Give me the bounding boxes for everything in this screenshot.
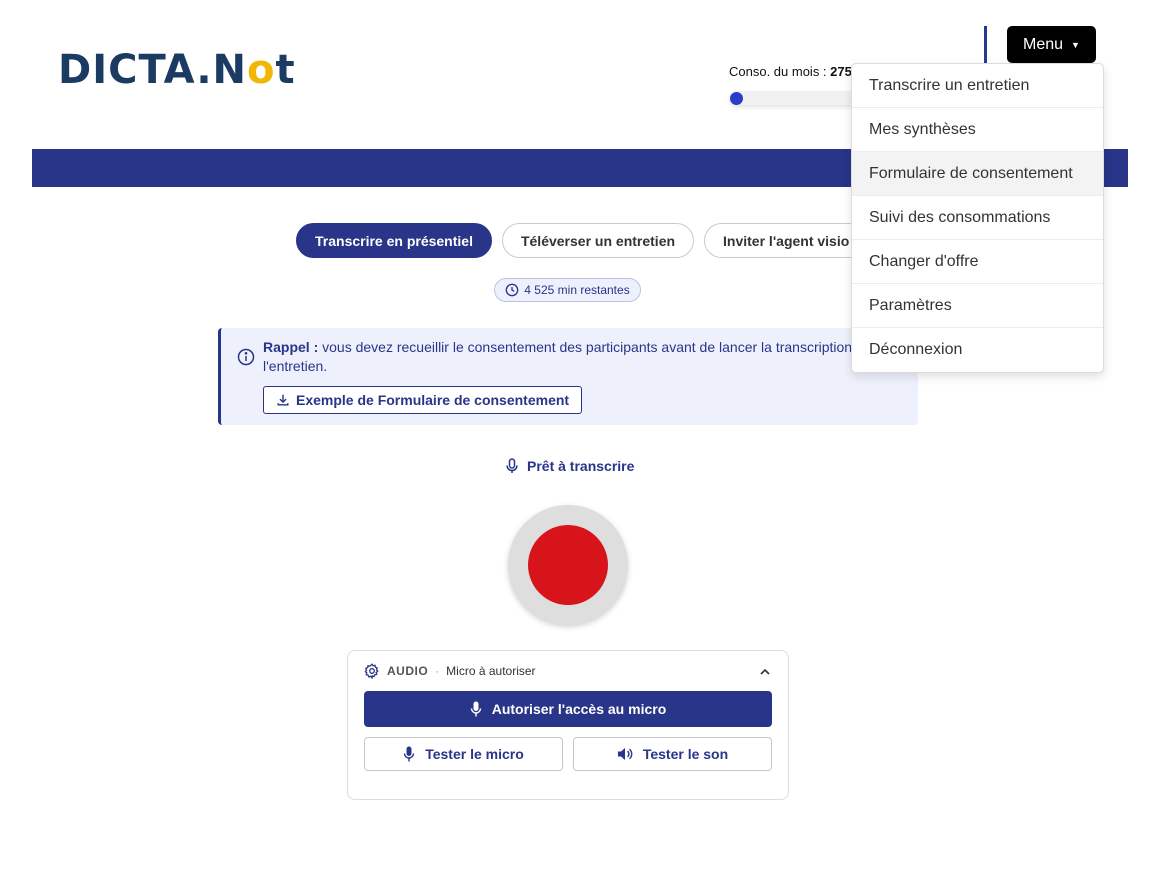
mode-tabs: Transcrire en présentiel Téléverser un e… (296, 223, 869, 258)
menu-item-logout[interactable]: Déconnexion (852, 328, 1103, 372)
test-microphone-label: Tester le micro (425, 746, 524, 762)
test-microphone-button[interactable]: Tester le micro (364, 737, 563, 771)
tab-invite-agent[interactable]: Inviter l'agent visio (704, 223, 869, 258)
monthly-usage-label: Conso. du mois : (729, 64, 831, 79)
menu-item-consent-form[interactable]: Formulaire de consentement (852, 152, 1103, 196)
tab-in-person[interactable]: Transcrire en présentiel (296, 223, 492, 258)
authorize-microphone-label: Autoriser l'accès au micro (491, 701, 667, 717)
monthly-usage: Conso. du mois : 275 (729, 64, 852, 79)
menu-button[interactable]: Menu ▼ (1007, 26, 1096, 63)
logo-text-d: D (58, 47, 93, 93)
menu-item-summaries[interactable]: Mes synthèses (852, 108, 1103, 152)
monthly-usage-value: 275 (830, 64, 852, 79)
status-text: Prêt à transcrire (527, 458, 635, 474)
consent-form-example-label: Exemple de Formulaire de consentement (296, 392, 570, 408)
menu-item-change-plan[interactable]: Changer d'offre (852, 240, 1103, 284)
caret-down-icon: ▼ (1071, 39, 1080, 50)
record-button[interactable] (508, 505, 628, 625)
speaker-icon (617, 748, 633, 760)
remaining-minutes-text: 4 525 min restantes (524, 283, 630, 297)
remaining-minutes-badge: 4 525 min restantes (494, 278, 641, 302)
clock-icon (505, 283, 519, 297)
audio-label: AUDIO (387, 664, 429, 678)
microphone-icon (404, 746, 415, 762)
audio-separator: · (435, 664, 440, 678)
microphone-icon (470, 701, 481, 717)
logo-text-o: o (247, 47, 276, 93)
tab-upload[interactable]: Téléverser un entretien (501, 223, 695, 258)
consent-reminder-text: Rappel : vous devez recueillir le consen… (263, 338, 903, 376)
consent-reminder: Rappel : vous devez recueillir le consen… (218, 328, 918, 425)
test-sound-button[interactable]: Tester le son (573, 737, 772, 771)
logo[interactable]: D I CTA.N o t (58, 47, 296, 93)
menu-item-settings[interactable]: Paramètres (852, 284, 1103, 328)
menu-item-usage[interactable]: Suivi des consommations (852, 196, 1103, 240)
menu-button-label: Menu (1023, 35, 1064, 53)
logo-text-i: I (92, 47, 109, 93)
info-icon (237, 348, 255, 366)
gear-icon (364, 663, 379, 679)
status-ready: Prêt à transcrire (505, 458, 634, 474)
audio-panel: AUDIO · Micro à autoriser Autoriser l'ac… (347, 650, 789, 800)
consent-reminder-title: Rappel : (263, 339, 319, 355)
authorize-microphone-button[interactable]: Autoriser l'accès au micro (364, 691, 772, 727)
header-divider (984, 26, 987, 64)
audio-panel-header: AUDIO · Micro à autoriser (364, 663, 536, 679)
menu-dropdown: Transcrire un entretien Mes synthèses Fo… (851, 63, 1104, 373)
record-dot (528, 525, 608, 605)
logo-text-cta-n: CTA.N (108, 47, 247, 93)
logo-text-t: t (275, 47, 296, 93)
test-sound-label: Tester le son (642, 746, 729, 762)
usage-slider-knob (730, 92, 743, 105)
consent-reminder-body: vous devez recueillir le consentement de… (263, 339, 872, 374)
chevron-up-icon[interactable] (758, 665, 772, 679)
consent-form-example-button[interactable]: Exemple de Formulaire de consentement (263, 386, 583, 414)
audio-state: Micro à autoriser (446, 664, 536, 678)
menu-item-transcribe[interactable]: Transcrire un entretien (852, 64, 1103, 108)
download-icon (277, 394, 289, 406)
microphone-icon (506, 458, 518, 473)
